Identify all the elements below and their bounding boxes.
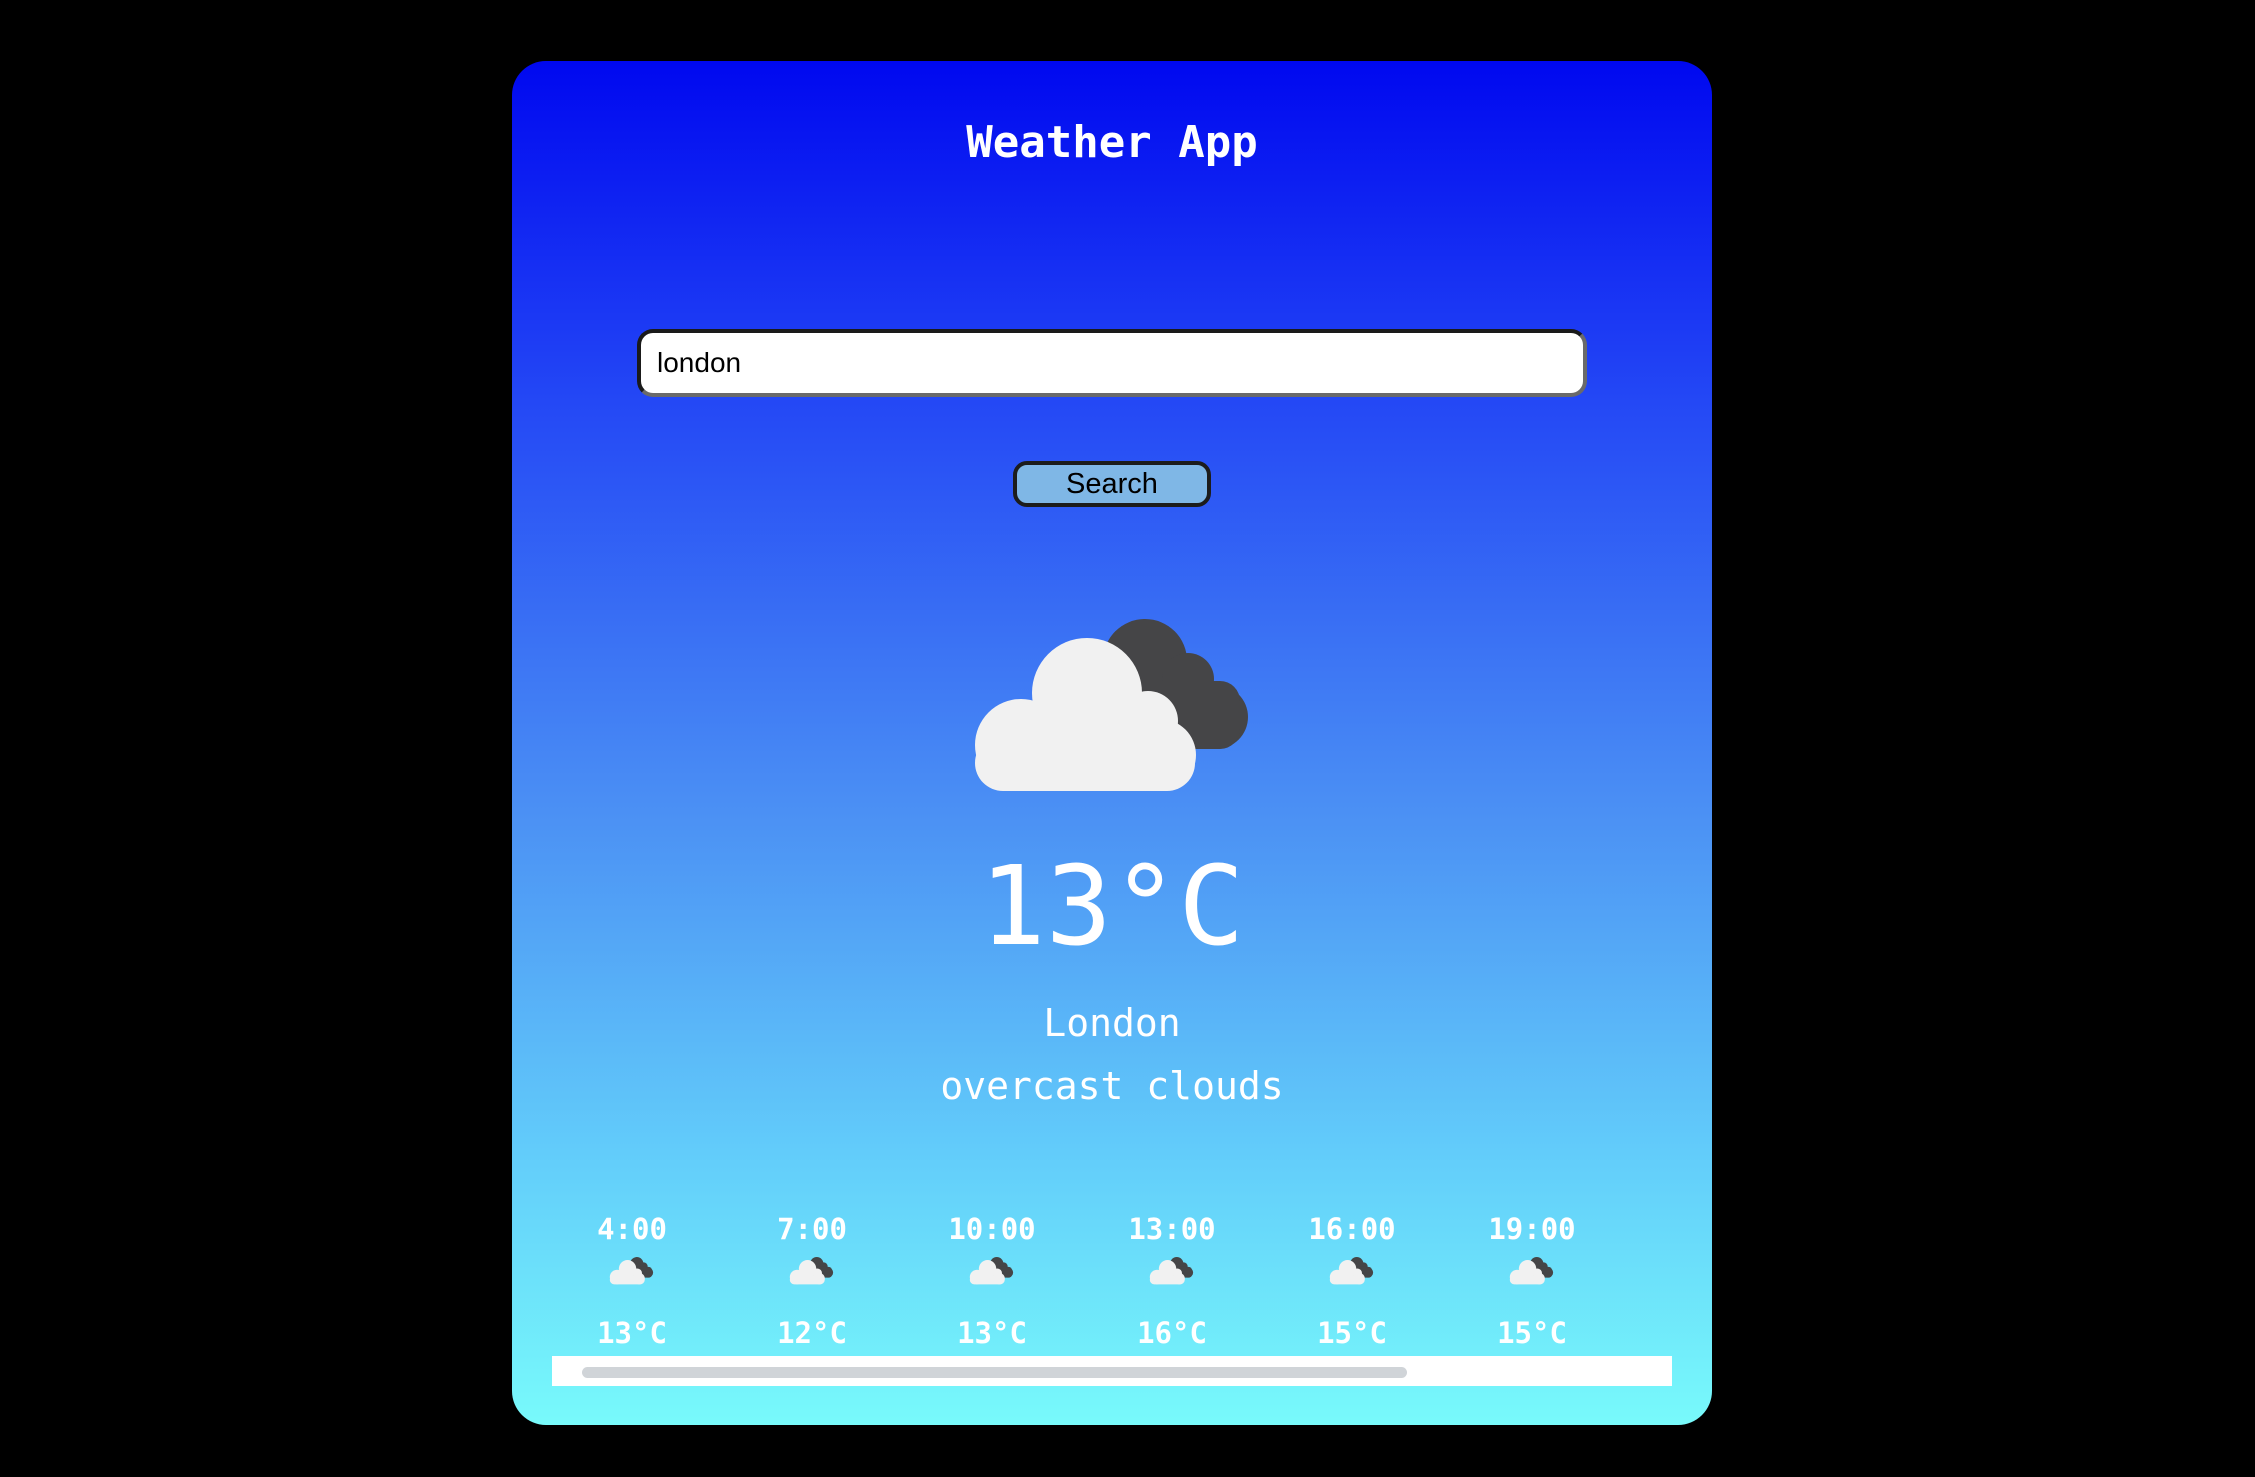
forecast-item: 4:00 13°C (552, 1209, 712, 1353)
forecast-item: 16:00 15°C (1272, 1209, 1432, 1353)
forecast-time: 19:00 (1488, 1212, 1576, 1246)
forecast-item: 10:00 13°C (912, 1209, 1072, 1353)
current-temperature: 13°C (979, 842, 1245, 970)
forecast-item: 7:00 12°C (732, 1209, 892, 1353)
forecast-temp: 13°C (957, 1316, 1027, 1350)
city-name: London (1043, 1001, 1181, 1045)
overcast-clouds-icon (1149, 1257, 1194, 1285)
weather-card: Weather App Search 13°C London overcast … (512, 61, 1712, 1425)
forecast-time: 7:00 (777, 1212, 847, 1246)
overcast-clouds-icon (1509, 1257, 1554, 1285)
forecast-temp: 15°C (1317, 1316, 1387, 1350)
overcast-clouds-icon (1329, 1257, 1374, 1285)
overcast-clouds-icon (975, 619, 1248, 791)
search-button[interactable]: Search (1013, 461, 1211, 507)
overcast-clouds-icon (789, 1257, 834, 1285)
forecast-scrollbar[interactable] (552, 1356, 1672, 1386)
forecast-time: 13:00 (1128, 1212, 1216, 1246)
city-search-input[interactable] (637, 329, 1587, 397)
forecast-temp: 15°C (1497, 1316, 1567, 1350)
forecast-temp: 13°C (597, 1316, 667, 1350)
forecast-item: 13:00 16°C (1092, 1209, 1252, 1353)
forecast-time: 10:00 (948, 1212, 1036, 1246)
forecast-temp: 16°C (1137, 1316, 1207, 1350)
forecast-time: 4:00 (597, 1212, 667, 1246)
overcast-clouds-icon (969, 1257, 1014, 1285)
weather-description: overcast clouds (940, 1064, 1284, 1108)
forecast-item: 19:00 15°C (1452, 1209, 1612, 1353)
forecast-temp: 12°C (777, 1316, 847, 1350)
app-title: Weather App (966, 117, 1258, 168)
scrollbar-thumb[interactable] (582, 1367, 1407, 1378)
overcast-clouds-icon (609, 1257, 654, 1285)
forecast-time: 16:00 (1308, 1212, 1396, 1246)
